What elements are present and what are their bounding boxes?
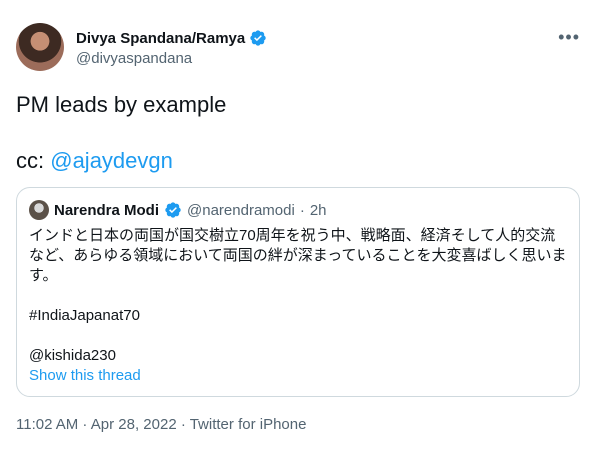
verified-badge-icon xyxy=(250,30,266,46)
quoted-gap xyxy=(29,286,569,306)
more-options-icon[interactable]: ••• xyxy=(558,28,580,46)
quoted-separator: · xyxy=(299,201,305,219)
quoted-hashtag: #IndiaJapanat70 xyxy=(29,307,140,324)
quoted-tweet-card[interactable]: Narendra Modi @narendramodi · 2h インドと日本の… xyxy=(16,187,580,397)
tweet-cc-line: cc: @ajaydevgn xyxy=(16,148,226,174)
author-name-row[interactable]: Divya Spandana/Ramya xyxy=(76,29,267,47)
show-thread-link[interactable]: Show this thread xyxy=(29,366,569,386)
quoted-tweet-body: インドと日本の両国が国交樹立70周年を祝う中、戦略面、経済そして人的交流 など、… xyxy=(29,226,569,386)
tweet-timestamp[interactable]: 11:02 AM · Apr 28, 2022 · Twitter for iP… xyxy=(16,416,306,433)
quoted-gap xyxy=(29,326,569,346)
quoted-text-line-3: す。 xyxy=(29,267,58,284)
quoted-text-line-1: インドと日本の両国が国交樹立70周年を祝う中、戦略面、経済そして人的交流 xyxy=(29,227,556,244)
verified-badge-icon xyxy=(165,202,181,218)
quoted-author-handle[interactable]: @narendramodi xyxy=(187,202,295,219)
author-handle[interactable]: @divyaspandana xyxy=(76,50,192,67)
quoted-mention: @kishida230 xyxy=(29,347,116,364)
tweet-spacer xyxy=(16,118,226,148)
tweet-text: PM leads by example cc: @ajaydevgn xyxy=(16,92,226,174)
author-avatar[interactable] xyxy=(16,23,64,71)
quoted-time[interactable]: 2h xyxy=(310,202,327,219)
quoted-author-name[interactable]: Narendra Modi xyxy=(54,202,159,219)
cc-prefix: cc: xyxy=(16,148,51,173)
quoted-tweet-header: Narendra Modi @narendramodi · 2h xyxy=(29,200,327,220)
tweet-line-1: PM leads by example xyxy=(16,92,227,117)
quoted-author-avatar[interactable] xyxy=(29,200,49,220)
author-display-name[interactable]: Divya Spandana/Ramya xyxy=(76,30,245,47)
cc-mention-link[interactable]: @ajaydevgn xyxy=(50,148,173,173)
quoted-text-line-2: など、あらゆる領域において両国の絆が深まっていることを大変喜ばしく思いま xyxy=(29,247,567,264)
